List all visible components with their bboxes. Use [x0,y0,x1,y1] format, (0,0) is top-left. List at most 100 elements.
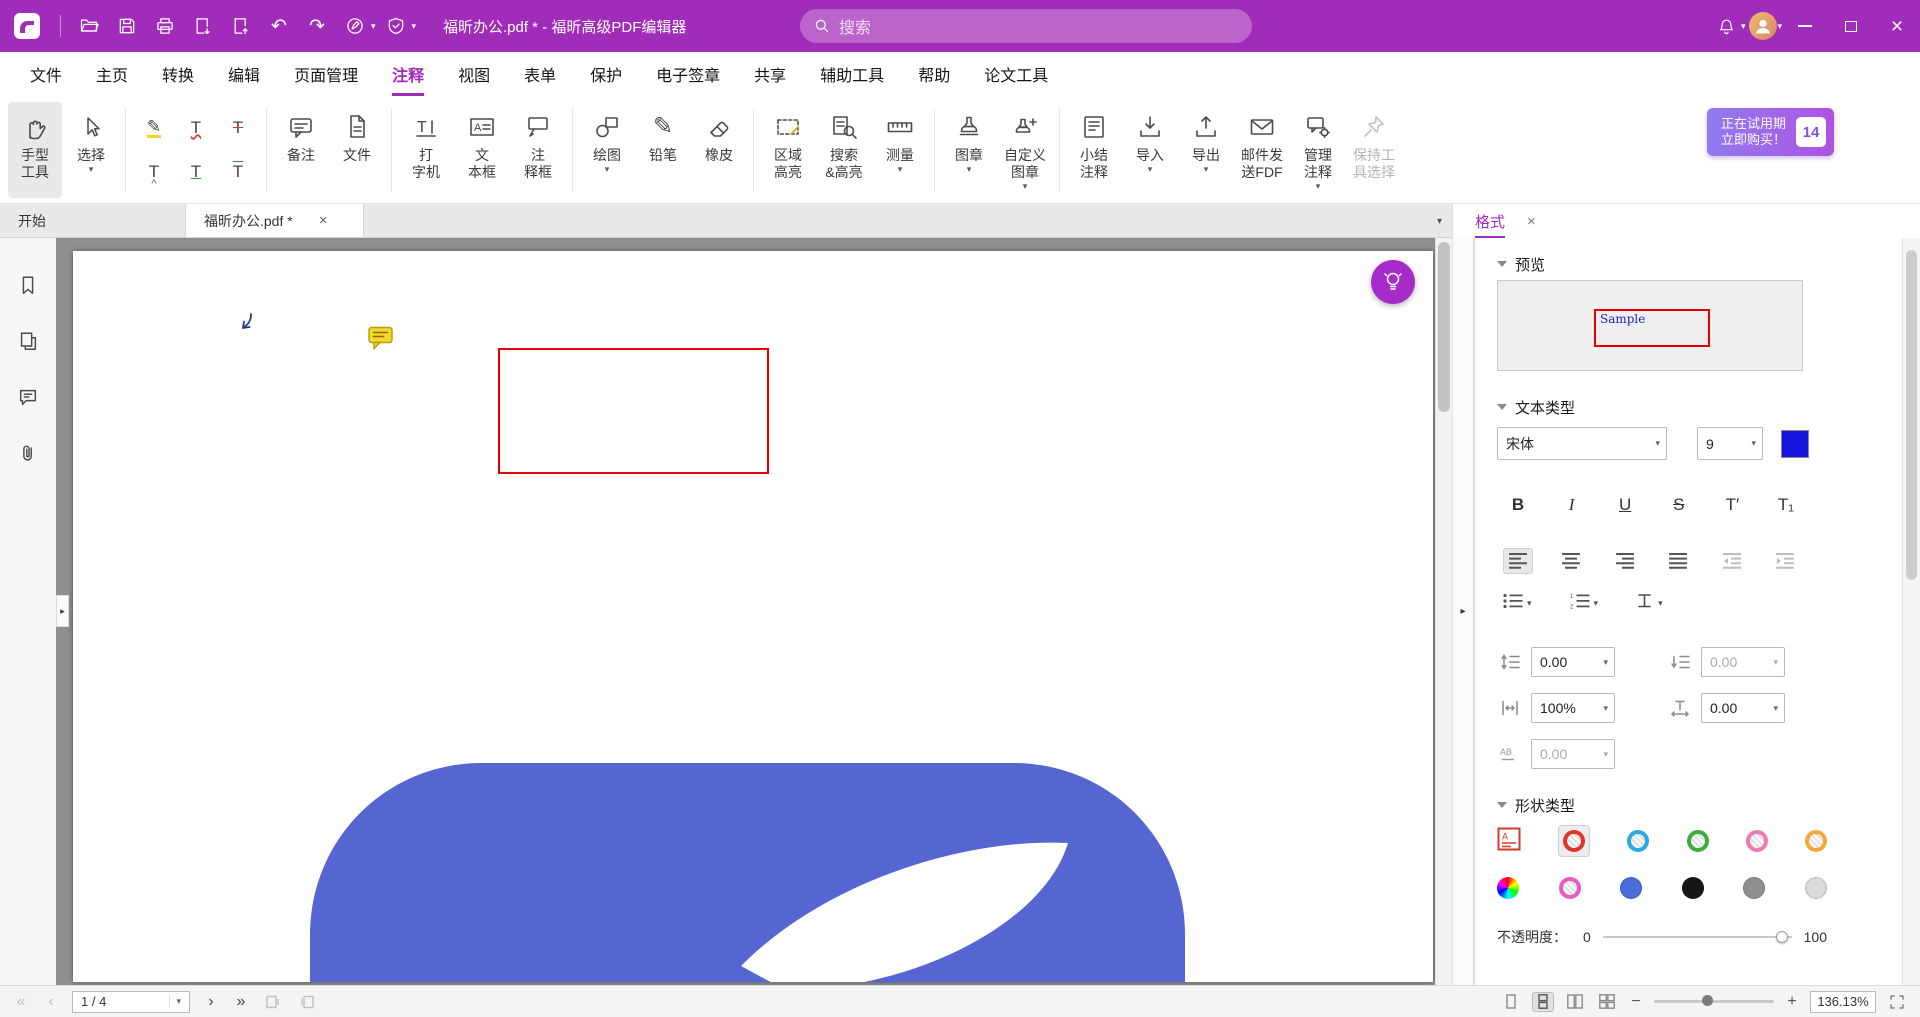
canvas-scrollbar[interactable] [1435,238,1452,985]
app-logo-icon[interactable] [10,9,44,43]
stamp-button[interactable]: 图章 ▾ [942,102,996,198]
insert-text-icon[interactable]: T^ [133,150,175,194]
menu-share[interactable]: 共享 [754,52,786,96]
protect-icon[interactable] [378,8,414,44]
next-page-button[interactable]: › [202,994,220,1010]
opacity-slider[interactable] [1603,936,1792,938]
numbered-list-button[interactable]: 12▾ [1570,593,1599,609]
last-page-button[interactable]: » [232,994,250,1010]
italic-button[interactable]: I [1557,492,1587,518]
select-tool-button[interactable]: 选择 ▾ [64,102,118,198]
rectangle-annotation[interactable] [498,348,769,474]
manage-comments-button[interactable]: 管理 注释 ▾ [1291,102,1345,198]
preview-section-header[interactable]: 预览 [1497,254,1835,274]
search-box[interactable]: 搜索 [800,9,1252,43]
tab-format-panel[interactable]: 格式 [1475,204,1505,238]
superscript-button[interactable]: T′ [1717,492,1747,518]
text-type-section-header[interactable]: 文本类型 [1497,397,1835,417]
menu-help[interactable]: 帮助 [918,52,950,96]
facing-continuous-view-button[interactable] [1596,992,1618,1012]
first-page-button[interactable]: « [12,994,30,1010]
align-right-button[interactable] [1610,548,1640,574]
pink-outline-swatch[interactable] [1746,830,1768,852]
pencil-tool-button[interactable]: ✎ 铅笔 [636,102,690,198]
squiggly-underline-icon[interactable]: T [175,106,217,150]
shape-type-section-header[interactable]: 形状类型 [1497,795,1835,815]
panel-scrollbar-thumb[interactable] [1906,250,1917,580]
font-color-swatch[interactable] [1781,430,1809,458]
page-number-indicator[interactable]: 1 / 4 ▾ [72,991,190,1013]
search-highlight-button[interactable]: 搜索 &高亮 [817,102,871,198]
quick-sign-caret-icon[interactable]: ▾ [371,21,376,32]
previous-page-button[interactable]: ‹ [42,994,60,1010]
document-canvas[interactable]: ▸ [56,238,1452,985]
next-view-button[interactable] [296,992,318,1012]
tab-active-document[interactable]: 福昕办公.pdf * × [186,204,364,237]
import-comments-button[interactable]: 导入 ▾ [1123,102,1177,198]
menu-protect[interactable]: 保护 [590,52,622,96]
character-scale-select[interactable]: 100%▾ [1531,693,1615,723]
fullscreen-button[interactable] [1886,992,1908,1012]
format-panel-close-icon[interactable]: × [1527,213,1536,230]
line-spacing-select[interactable]: 0.00▾ [1531,647,1615,677]
redo-icon[interactable]: ↷ [299,8,335,44]
hand-tool-button[interactable]: 手型 工具 [8,102,62,198]
eraser-tool-button[interactable]: 橡皮 [692,102,746,198]
caret-annotation[interactable] [237,312,257,341]
facing-view-button[interactable] [1564,992,1586,1012]
cyan-outline-swatch[interactable] [1627,830,1649,852]
menu-accessibility[interactable]: 辅助工具 [820,52,884,96]
undo-icon[interactable]: ↶ [261,8,297,44]
custom-color-wheel[interactable] [1497,877,1519,899]
green-outline-swatch[interactable] [1687,830,1709,852]
typewriter-button[interactable]: T 打 字机 [399,102,453,198]
zoom-level-indicator[interactable]: 136.13% [1810,991,1876,1013]
assistant-lightbulb-button[interactable] [1371,260,1415,304]
summarize-comments-button[interactable]: 小结 注释 [1067,102,1121,198]
sidebar-expand-handle[interactable]: ▸ [56,595,69,627]
bookmarks-panel-icon[interactable] [15,272,41,298]
custom-stamp-button[interactable]: 自定义 图章 ▾ [998,102,1052,198]
blue-fill-swatch[interactable] [1620,877,1642,899]
menu-home[interactable]: 主页 [96,52,128,96]
align-justify-button[interactable] [1664,548,1694,574]
menu-comment[interactable]: 注释 [392,52,424,96]
tab-list-caret-icon[interactable]: ▾ [1437,204,1442,238]
panel-collapse-handle[interactable]: ▸ [1452,238,1474,985]
align-center-button[interactable] [1557,548,1587,574]
file-attachment-button[interactable]: 文件 [330,102,384,198]
export-pdf-icon[interactable] [185,8,221,44]
save-icon[interactable] [109,8,145,44]
pdf-page[interactable] [73,251,1433,982]
text-direction-button[interactable]: ▾ [1636,592,1663,609]
minimize-button[interactable] [1782,0,1828,52]
zoom-out-button[interactable]: − [1628,993,1644,1011]
magenta-outline-swatch[interactable] [1559,877,1581,899]
previous-view-button[interactable] [262,992,284,1012]
menu-page-organize[interactable]: 页面管理 [294,52,358,96]
text-style-swatch[interactable]: A [1497,827,1521,856]
highlight-text-icon[interactable]: ✎ [133,106,175,150]
pages-panel-icon[interactable] [15,328,41,354]
zoom-slider-handle[interactable] [1702,995,1713,1006]
single-page-view-button[interactable] [1500,992,1522,1012]
black-fill-swatch[interactable] [1682,877,1704,899]
opacity-slider-handle[interactable] [1776,931,1788,943]
subscript-button[interactable]: T₁ [1771,492,1801,518]
drawing-tools-button[interactable]: 绘图 ▾ [580,102,634,198]
menu-esign[interactable]: 电子签章 [656,52,720,96]
decrease-indent-button[interactable] [1717,548,1747,574]
bullet-list-button[interactable]: ▾ [1503,593,1532,609]
shape-style-red-selected[interactable] [1558,825,1590,857]
quick-sign-icon[interactable] [337,8,373,44]
canvas-scrollbar-thumb[interactable] [1438,242,1450,412]
menu-file[interactable]: 文件 [30,52,62,96]
open-file-icon[interactable] [71,8,107,44]
export-comments-button[interactable]: 导出 ▾ [1179,102,1233,198]
protect-caret-icon[interactable]: ▾ [412,21,417,32]
menu-edit[interactable]: 编辑 [228,52,260,96]
underline-text-icon[interactable]: T [175,150,217,194]
close-button[interactable]: × [1874,0,1920,52]
strikeout-icon[interactable]: T [217,106,259,150]
area-highlight-button[interactable]: 区域 高亮 [761,102,815,198]
